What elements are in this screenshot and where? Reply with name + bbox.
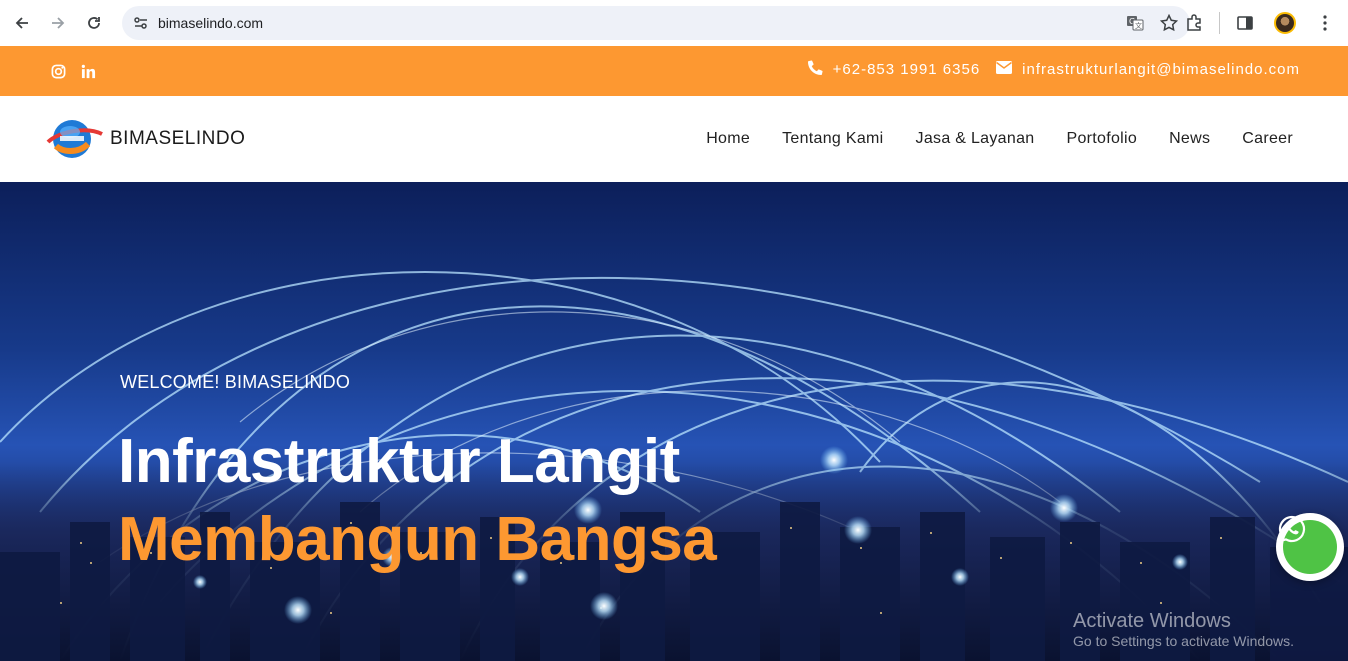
envelope-icon (996, 60, 1013, 78)
extensions-icon[interactable] (1179, 8, 1209, 38)
linkedin-icon[interactable] (80, 63, 96, 79)
hero-title-line2: Membangun Bangsa (118, 505, 717, 574)
instagram-icon[interactable] (50, 63, 66, 79)
browser-toolbar: bimaselindo.com G文 (0, 0, 1348, 46)
address-bar[interactable]: bimaselindo.com G文 (122, 6, 1190, 40)
profile-avatar[interactable] (1270, 8, 1300, 38)
top-contact-bar: +62-853 1991 6356 infrastrukturlangit@bi… (0, 46, 1348, 96)
logo-text[interactable]: BIMASELINDO (110, 128, 245, 150)
forward-arrow-icon[interactable] (40, 5, 76, 41)
network-city-background (0, 271, 1348, 661)
toolbar-separator (1219, 12, 1220, 34)
reload-icon[interactable] (76, 5, 112, 41)
globe-logo-icon (46, 120, 103, 158)
translate-icon[interactable]: G文 (1122, 10, 1148, 36)
more-menu-icon[interactable] (1310, 8, 1340, 38)
back-arrow-icon[interactable] (4, 5, 40, 41)
windows-activation-watermark: Activate Windows Go to Settings to activ… (1073, 610, 1294, 650)
site-settings-icon[interactable] (124, 15, 158, 31)
site-logo[interactable]: BIMASELINDO (46, 116, 245, 162)
site-header: BIMASELINDO Home Tentang Kami Jasa & Lay… (0, 96, 1348, 182)
watermark-line1: Activate Windows (1073, 610, 1231, 632)
phone-number[interactable]: +62-853 1991 6356 (833, 61, 981, 78)
contact-info: +62-853 1991 6356 infrastrukturlangit@bi… (807, 46, 1300, 92)
nav-career[interactable]: Career (1242, 130, 1293, 148)
svg-text:文: 文 (1135, 21, 1142, 30)
hero-title-line1: Infrastruktur Langit (118, 427, 680, 496)
nav-tentang-kami[interactable]: Tentang Kami (782, 130, 883, 148)
side-panel-icon[interactable] (1230, 8, 1260, 38)
whatsapp-icon (1278, 515, 1337, 574)
phone-icon (807, 59, 823, 79)
nav-portofolio[interactable]: Portofolio (1066, 130, 1137, 148)
nav-home[interactable]: Home (706, 130, 750, 148)
url-text[interactable]: bimaselindo.com (158, 15, 263, 31)
main-navigation: Home Tentang Kami Jasa & Layanan Portofo… (706, 96, 1293, 182)
phone-contact[interactable]: +62-853 1991 6356 (807, 59, 981, 79)
avatar (1274, 12, 1296, 34)
watermark-line2: Go to Settings to activate Windows. (1073, 633, 1294, 649)
nav-jasa-layanan[interactable]: Jasa & Layanan (916, 130, 1035, 148)
whatsapp-button[interactable] (1276, 513, 1344, 581)
email-contact[interactable]: infrastrukturlangit@bimaselindo.com (996, 60, 1300, 78)
nav-news[interactable]: News (1169, 130, 1210, 148)
social-links (50, 46, 96, 96)
hero-welcome-text: WELCOME! BIMASELINDO (120, 372, 351, 392)
hero-banner: WELCOME! BIMASELINDO Infrastruktur Langi… (0, 182, 1348, 661)
email-address[interactable]: infrastrukturlangit@bimaselindo.com (1022, 61, 1300, 78)
